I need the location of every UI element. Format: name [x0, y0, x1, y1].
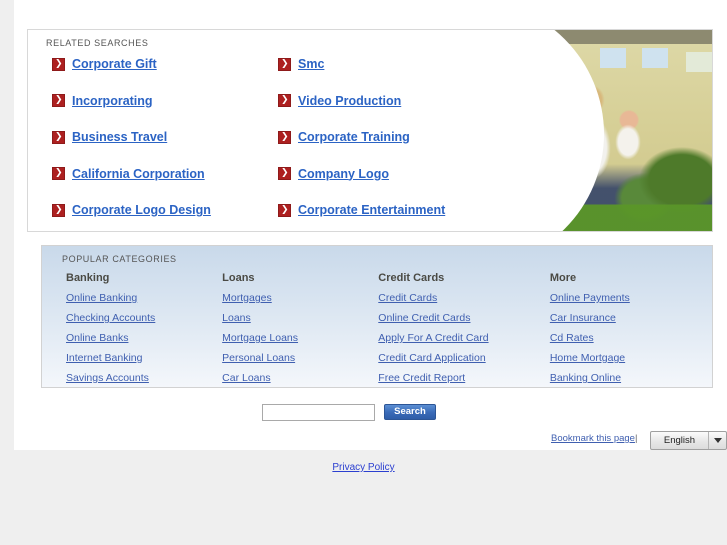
related-search-link[interactable]: Corporate Training	[298, 130, 410, 144]
red-arrow-icon	[278, 57, 291, 71]
category-heading: More	[549, 272, 577, 284]
category-link[interactable]: Loans	[220, 308, 376, 328]
language-select[interactable]: English	[650, 431, 727, 450]
related-search-item[interactable]: Video Production	[268, 94, 480, 108]
page-root: RELATED SEARCHES Corporate Gift Smc	[0, 0, 727, 545]
related-searches-row: Incorporating Video Production	[40, 94, 480, 131]
category-link[interactable]: Internet Banking	[64, 348, 220, 368]
category-link[interactable]: Checking Accounts	[64, 308, 220, 328]
category-link[interactable]: Online Banking	[64, 288, 220, 308]
category-link[interactable]: Car Loans	[220, 368, 376, 387]
red-arrow-icon	[52, 203, 65, 217]
privacy-policy-row: Privacy Policy	[0, 457, 727, 475]
category-link[interactable]: Online Payments	[548, 288, 704, 308]
page-canvas: RELATED SEARCHES Corporate Gift Smc	[14, 0, 727, 450]
related-search-link[interactable]: Video Production	[298, 94, 401, 108]
category-column-banking: Banking Online Banking Checking Accounts…	[64, 268, 220, 387]
hero-photo-area	[468, 30, 712, 231]
red-arrow-icon	[278, 130, 291, 144]
related-search-item[interactable]: Business Travel	[40, 130, 268, 144]
related-search-link[interactable]: Incorporating	[72, 94, 153, 108]
category-link[interactable]: Credit Cards	[376, 288, 548, 308]
search-button[interactable]: Search	[384, 403, 436, 420]
chevron-down-icon[interactable]	[708, 432, 726, 449]
language-select-value: English	[663, 435, 696, 446]
related-search-link[interactable]: Corporate Gift	[72, 57, 157, 71]
footer-separator: |	[635, 433, 638, 444]
category-link[interactable]: Online Credit Cards	[376, 308, 548, 328]
related-search-item[interactable]: Incorporating	[40, 94, 268, 108]
related-searches-row: Corporate Logo Design Corporate Entertai…	[40, 203, 480, 231]
privacy-policy-link[interactable]: Privacy Policy	[332, 462, 394, 473]
red-arrow-icon	[52, 130, 65, 144]
popular-categories-panel: POPULAR CATEGORIES Banking Online Bankin…	[41, 245, 713, 388]
category-link[interactable]: Online Banks	[64, 328, 220, 348]
related-searches-row: Corporate Gift Smc	[40, 57, 480, 94]
category-heading: Credit Cards	[378, 272, 445, 284]
related-searches-row: California Corporation Company Logo	[40, 167, 480, 204]
related-searches-row: Business Travel Corporate Training	[40, 130, 480, 167]
related-search-link[interactable]: Corporate Entertainment	[298, 203, 445, 217]
search-input[interactable]	[262, 404, 375, 421]
related-search-item[interactable]: Corporate Entertainment	[268, 203, 480, 217]
category-link[interactable]: Credit Card Application	[376, 348, 548, 368]
popular-categories-columns: Banking Online Banking Checking Accounts…	[64, 268, 704, 387]
red-arrow-icon	[278, 94, 291, 107]
category-link[interactable]: Free Credit Report	[376, 368, 548, 387]
category-link[interactable]: Personal Loans	[220, 348, 376, 368]
category-link[interactable]: Cd Rates	[548, 328, 704, 348]
category-column-more: More Online Payments Car Insurance Cd Ra…	[548, 268, 704, 387]
bookmark-this-page-link[interactable]: Bookmark this page	[551, 433, 635, 444]
search-input-wrap	[262, 402, 375, 421]
related-search-link[interactable]: Smc	[298, 57, 324, 71]
category-link[interactable]: Banking Online	[548, 368, 704, 387]
related-search-link[interactable]: Company Logo	[298, 167, 389, 181]
red-arrow-icon	[52, 167, 65, 180]
category-column-loans: Loans Mortgages Loans Mortgage Loans Per…	[220, 268, 376, 387]
category-column-credit-cards: Credit Cards Credit Cards Online Credit …	[376, 268, 548, 387]
related-search-link[interactable]: California Corporation	[72, 167, 205, 181]
related-search-link[interactable]: Corporate Logo Design	[72, 203, 211, 217]
related-search-item[interactable]: Smc	[268, 57, 480, 71]
red-arrow-icon	[52, 57, 65, 71]
related-search-item[interactable]: California Corporation	[40, 167, 268, 181]
related-searches-heading: RELATED SEARCHES	[46, 38, 149, 48]
red-arrow-icon	[52, 94, 65, 107]
search-row: Search	[262, 402, 436, 421]
popular-categories-heading: POPULAR CATEGORIES	[62, 254, 177, 264]
red-arrow-icon	[278, 203, 291, 217]
related-search-item[interactable]: Company Logo	[268, 167, 480, 181]
red-arrow-icon	[278, 167, 291, 180]
category-heading: Loans	[222, 272, 255, 284]
category-link[interactable]: Mortgages	[220, 288, 376, 308]
related-searches-panel: RELATED SEARCHES Corporate Gift Smc	[27, 29, 713, 232]
related-search-item[interactable]: Corporate Training	[268, 130, 480, 144]
category-link[interactable]: Apply For A Credit Card	[376, 328, 548, 348]
related-search-item[interactable]: Corporate Logo Design	[40, 203, 268, 217]
related-search-link[interactable]: Business Travel	[72, 130, 167, 144]
related-searches-grid: Corporate Gift Smc Incorporating Video P	[40, 57, 480, 231]
category-heading: Banking	[66, 272, 110, 284]
category-link[interactable]: Car Insurance	[548, 308, 704, 328]
related-search-item[interactable]: Corporate Gift	[40, 57, 268, 71]
category-link[interactable]: Mortgage Loans	[220, 328, 376, 348]
category-link[interactable]: Savings Accounts	[64, 368, 220, 387]
category-link[interactable]: Home Mortgage	[548, 348, 704, 368]
